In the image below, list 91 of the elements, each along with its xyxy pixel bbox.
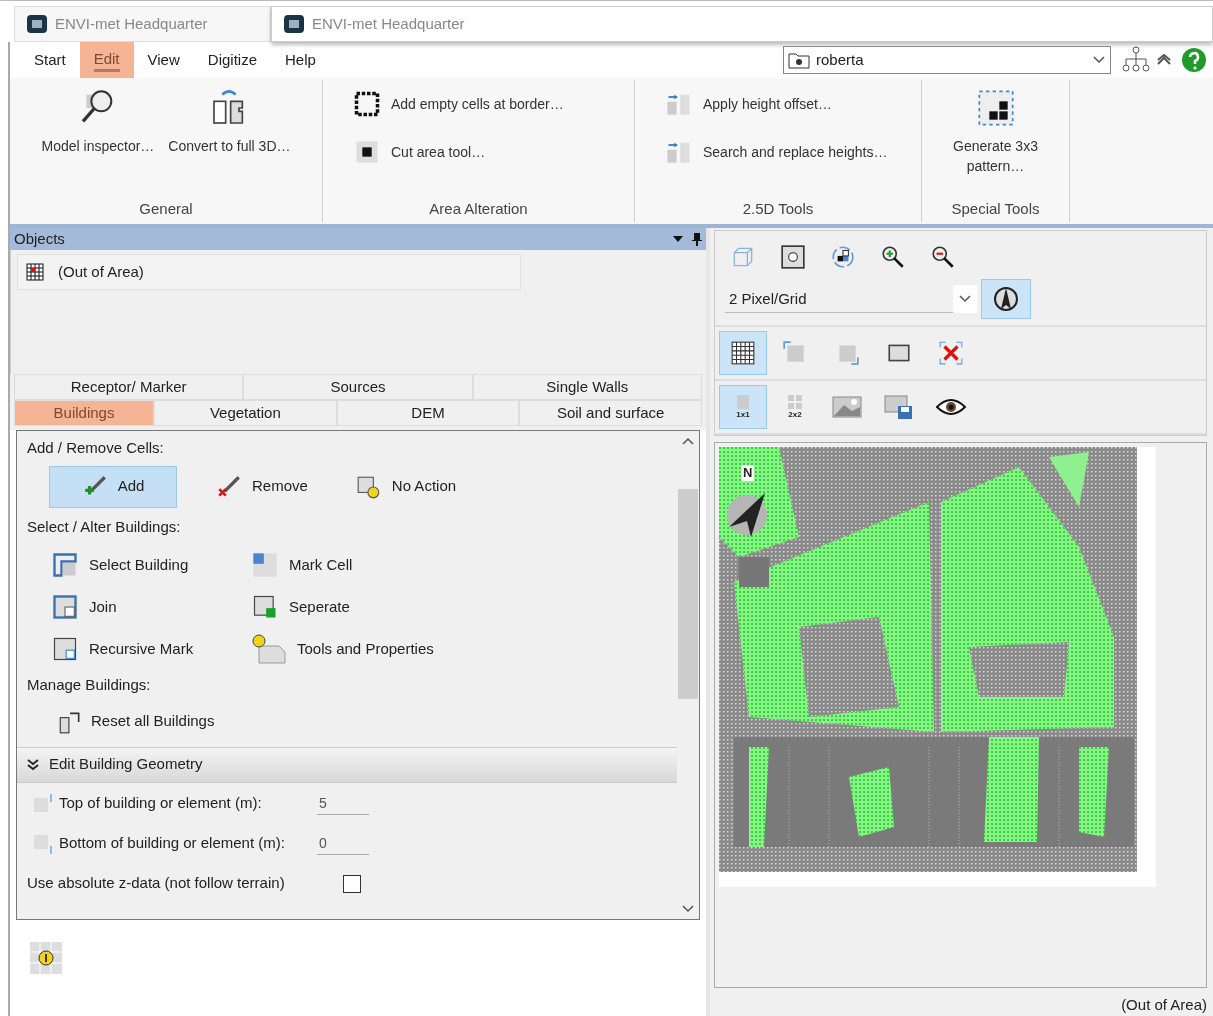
menu-tab[interactable]: Start [20, 42, 80, 78]
object-tab[interactable]: DEM [336, 400, 520, 426]
separate-icon [251, 593, 279, 621]
collapse-icon[interactable] [1157, 54, 1171, 66]
info-grid-icon[interactable] [30, 942, 62, 974]
toolbar-button[interactable]: 1x1 [719, 385, 767, 429]
number-field[interactable]: 5 [317, 792, 369, 815]
chevron-down-icon [1092, 55, 1106, 65]
zoom-in-icon [880, 244, 906, 270]
expander-header[interactable]: Edit Building Geometry [17, 746, 677, 783]
tool-button[interactable]: Seperate [251, 592, 531, 622]
group-label: General [138, 198, 194, 219]
group-label: Area Alteration [428, 198, 529, 219]
dropdown-icon[interactable] [672, 234, 684, 244]
tool-button[interactable]: Mark Cell [251, 550, 531, 580]
cell-icon [735, 395, 751, 409]
tool-button[interactable]: Recursive Mark [51, 634, 251, 664]
objects-header: Objects [10, 228, 706, 250]
group-label: 2.5D Tools [741, 198, 815, 219]
ribbon-button[interactable]: Cut area tool… [353, 138, 634, 166]
ribbon-button[interactable]: Model inspector… [41, 88, 155, 198]
object-tab[interactable]: Sources [243, 374, 473, 400]
tool-button[interactable]: Add [49, 465, 177, 508]
scroll-down-icon[interactable] [682, 905, 694, 913]
section-heading: Select / Alter Buildings: [27, 516, 182, 537]
scroll-up-icon[interactable] [682, 437, 694, 445]
checkbox-label: Use absolute z-data (not follow terrain) [27, 873, 286, 894]
double-chevron-down-icon [27, 758, 39, 771]
info-box-icon [251, 634, 287, 664]
info-frame-icon [780, 244, 806, 270]
cells-icon [787, 395, 803, 409]
north-label: N [741, 465, 755, 481]
group-label: Special Tools [950, 198, 1041, 219]
menu-tab[interactable]: Help [271, 42, 330, 78]
grid-icon [730, 340, 756, 366]
window-tab[interactable]: ENVI-met Headquarter [271, 6, 1213, 42]
section-heading: Manage Buildings: [27, 675, 152, 695]
select-building-icon [51, 551, 79, 579]
app-logo-icon [27, 15, 47, 33]
zoom-dropdown[interactable]: 2 Pixel/Grid [725, 284, 977, 314]
status-text: (Out of Area) [1121, 994, 1207, 1015]
ribbon-button[interactable]: Convert to full 3D… [168, 88, 291, 198]
toolbar-button[interactable] [719, 331, 767, 375]
app-logo-icon [284, 15, 304, 33]
north-arrow-icon [725, 491, 769, 537]
eye-icon [936, 397, 966, 417]
tool-button[interactable]: Select Building [51, 550, 251, 580]
object-item[interactable]: (Out of Area) [17, 254, 521, 290]
object-tab[interactable]: Receptor/ Marker [14, 374, 244, 400]
menu-tab[interactable]: View [133, 42, 194, 78]
object-tab[interactable]: Soil and surface [519, 400, 702, 426]
field-label: Top of building or element (m): [59, 793, 262, 814]
rotate-icon [830, 244, 856, 270]
size-label: 1x1 [736, 411, 750, 419]
recursive-mark-icon [51, 635, 79, 663]
object-tab[interactable]: Vegetation [154, 400, 337, 426]
north-button[interactable] [981, 279, 1031, 319]
close-icon [938, 340, 964, 366]
chevron-down-icon [959, 295, 971, 303]
help-icon[interactable] [1181, 47, 1207, 73]
section-heading: Add / Remove Cells: [27, 439, 164, 456]
project-dropdown[interactable]: roberta [783, 46, 1111, 74]
grid-icon [26, 263, 44, 281]
folder-icon [788, 51, 810, 69]
number-field[interactable]: 0 [317, 832, 369, 855]
mark-cell-icon [251, 551, 279, 579]
object-tab[interactable]: Single Walls [472, 374, 702, 400]
pin-icon[interactable] [692, 232, 702, 246]
checkbox[interactable] [343, 874, 361, 893]
menu-tab[interactable]: Edit [79, 42, 134, 78]
save-image-icon [884, 394, 914, 420]
tool-button[interactable]: Remove [207, 465, 317, 508]
tool-button[interactable]: Join [51, 592, 251, 622]
ribbon-button[interactable]: Search and replace heights… [665, 138, 921, 166]
hierarchy-icon[interactable] [1121, 46, 1151, 74]
ribbon-button[interactable]: Generate 3x3 pattern… [930, 88, 1061, 198]
ribbon-button[interactable]: Apply height offset… [665, 90, 921, 118]
object-tab[interactable]: Buildings [14, 400, 154, 426]
zoom-out-icon [930, 244, 956, 270]
tool-button[interactable]: Tools and Properties [251, 634, 531, 664]
compass-icon [993, 286, 1019, 312]
ribbon-button[interactable]: Add empty cells at border… [353, 90, 634, 118]
border-cells-icon [353, 90, 381, 118]
field-label: Bottom of building or element (m): [59, 833, 285, 854]
image-icon [832, 395, 862, 419]
join-icon [51, 593, 79, 621]
menu-tab[interactable]: Digitize [193, 42, 271, 78]
tool-button[interactable]: No Action [346, 465, 466, 508]
tool-button[interactable]: Reset all Buildings [27, 706, 215, 737]
toolbar-button[interactable]: 2x2 [771, 385, 819, 429]
size-label: 2x2 [788, 411, 802, 419]
